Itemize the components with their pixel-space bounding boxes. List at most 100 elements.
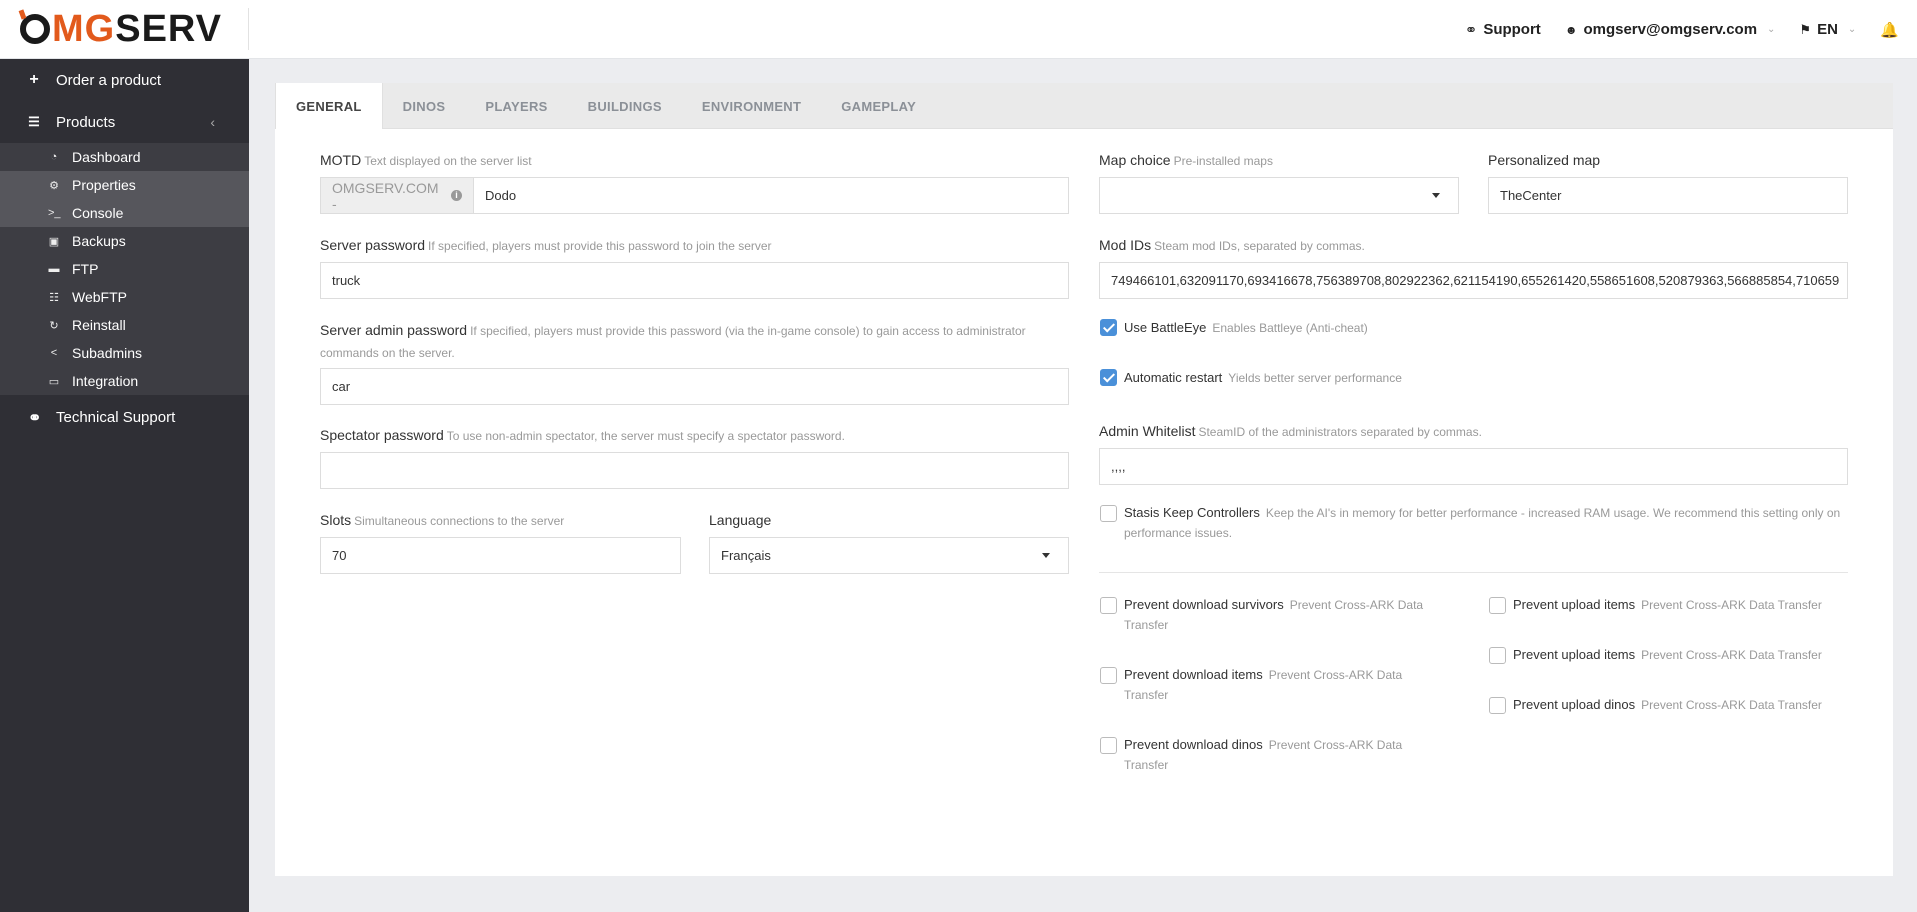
language-menu[interactable]: ⚑ EN ⌄ (1799, 21, 1856, 38)
tab-dinos[interactable]: DINOS (383, 83, 466, 129)
motd-label-text: MOTD (320, 152, 362, 168)
sidebar-item-label: Dashboard (72, 149, 141, 165)
mod-ids-label-text: Mod IDs (1099, 237, 1152, 253)
spectator-password-input[interactable] (320, 452, 1069, 489)
mod-ids-label: Mod IDs Steam mod IDs, separated by comma… (1099, 237, 1365, 253)
account-email: omgserv@omgserv.com (1583, 21, 1758, 38)
notifications-button[interactable]: 🔔 (1880, 21, 1899, 39)
tab-environment[interactable]: ENVIRONMENT (682, 83, 821, 129)
sidebar-item-label: Integration (72, 373, 139, 389)
sidebar-item-label: Products (56, 113, 116, 131)
sidebar-item-order[interactable]: + Order a product (0, 59, 249, 101)
stasis-label: Stasis Keep Controllers Keep the AI's in … (1124, 503, 1844, 543)
server-password-label: Server password If specified, players mus… (320, 237, 772, 253)
sidebar-item-technical-support[interactable]: ⚭ Technical Support (0, 395, 249, 440)
sidebar-item-properties[interactable]: ⚙ Properties (0, 171, 249, 199)
admin-whitelist-input[interactable]: ,,,, (1099, 448, 1848, 485)
gear-icon: ⚙ (49, 179, 59, 192)
logo-serv-text: SERV (115, 7, 223, 50)
prevent-upload-items-2-checkbox[interactable] (1489, 647, 1506, 664)
tab-bar: GENERAL DINOS PLAYERS BUILDINGS ENVIRONM… (275, 83, 1893, 129)
sidebar-item-backups[interactable]: ▣ Backups (0, 227, 249, 255)
tab-buildings[interactable]: BUILDINGS (568, 83, 682, 129)
prevent-upload-items-checkbox[interactable] (1489, 597, 1506, 614)
sidebar: + Order a product ☰ Products ‹ ◔ Dashboa… (0, 59, 249, 912)
motd-prefix: OMGSERV.COM - i (320, 177, 473, 214)
prevent-upload-dinos-label-text: Prevent upload dinos (1513, 697, 1636, 712)
refresh-icon: ↻ (49, 319, 59, 332)
prevent-upload-dinos-checkbox[interactable] (1489, 697, 1506, 714)
sidebar-item-products[interactable]: ☰ Products ‹ (0, 101, 249, 143)
sidebar-item-reinstall[interactable]: ↻ Reinstall (0, 311, 249, 339)
admin-whitelist-hint: SteamID of the administrators separated … (1198, 425, 1482, 439)
motd-input[interactable]: Dodo (473, 177, 1069, 214)
sidebar-item-integration[interactable]: ▭ Integration (0, 367, 249, 395)
language-label: EN (1817, 21, 1838, 38)
sidebar-item-label: WebFTP (72, 289, 127, 305)
prevent-download-survivors-label: Prevent download survivors Prevent Cross-… (1124, 595, 1454, 635)
sidebar-item-label: Subadmins (72, 345, 143, 361)
sitemap-icon: ☷ (49, 291, 59, 304)
battleye-label: Use BattleEye Enables Battleye (Anti-chea… (1124, 318, 1368, 338)
personalized-map-input[interactable]: TheCenter (1488, 177, 1848, 214)
motd-prefix-text: OMGSERV.COM - (332, 179, 439, 212)
tab-gameplay[interactable]: GAMEPLAY (821, 83, 936, 129)
mod-ids-input[interactable]: 749466101,632091170,693416678,756389708,… (1099, 262, 1848, 299)
sidebar-item-label: Technical Support (56, 409, 176, 426)
flag-icon: ⚑ (1799, 21, 1812, 37)
dashboard-icon: ◔ (50, 151, 58, 163)
prevent-upload-items-2-label: Prevent upload items Prevent Cross-ARK Da… (1513, 645, 1873, 665)
prevent-upload-items-2-hint: Prevent Cross-ARK Data Transfer (1641, 648, 1822, 662)
auto-restart-hint: Yields better server performance (1228, 371, 1402, 385)
bell-icon: 🔔 (1880, 21, 1899, 39)
prevent-download-items-label: Prevent download items Prevent Cross-ARK … (1124, 665, 1434, 705)
support-link[interactable]: ⚭ Support (1465, 21, 1541, 39)
prevent-upload-items-hint: Prevent Cross-ARK Data Transfer (1641, 598, 1822, 612)
battleye-label-text: Use BattleEye (1124, 320, 1207, 335)
prevent-upload-items-2-label-text: Prevent upload items (1513, 647, 1636, 662)
chevron-down-icon: ⌄ (1847, 24, 1857, 35)
prevent-download-survivors-label-text: Prevent download survivors (1124, 597, 1284, 612)
prevent-upload-dinos-hint: Prevent Cross-ARK Data Transfer (1641, 698, 1822, 712)
omgserv-logo[interactable]: MG SERV (20, 7, 223, 50)
tab-players[interactable]: PLAYERS (465, 83, 567, 129)
prevent-upload-items-label: Prevent upload items Prevent Cross-ARK Da… (1513, 595, 1873, 615)
folder-icon: ▬ (48, 263, 60, 275)
map-choice-hint: Pre-installed maps (1173, 154, 1273, 168)
auto-restart-checkbox[interactable] (1100, 369, 1117, 386)
sidebar-item-console[interactable]: >_ Console (0, 199, 249, 227)
prevent-download-items-label-text: Prevent download items (1124, 667, 1263, 682)
sidebar-item-ftp[interactable]: ▬ FTP (0, 255, 249, 283)
lifebuoy-icon: ⚭ (28, 409, 42, 427)
auto-restart-label: Automatic restart Yields better server pe… (1124, 368, 1402, 388)
admin-password-label: Server admin password If specified, playe… (320, 320, 1069, 364)
admin-whitelist-label: Admin Whitelist SteamID of the administra… (1099, 423, 1482, 439)
tab-general[interactable]: GENERAL (275, 83, 383, 129)
logo-o-mark (20, 14, 50, 44)
slots-input[interactable]: 70 (320, 537, 681, 574)
map-choice-label-text: Map choice (1099, 152, 1171, 168)
sidebar-item-label: Backups (72, 233, 126, 249)
sidebar-item-webftp[interactable]: ☷ WebFTP (0, 283, 249, 311)
admin-whitelist-label-text: Admin Whitelist (1099, 423, 1196, 439)
language-select[interactable]: Français (709, 537, 1069, 574)
admin-password-input[interactable]: car (320, 368, 1069, 405)
server-password-input[interactable]: truck (320, 262, 1069, 299)
prevent-download-survivors-checkbox[interactable] (1100, 597, 1117, 614)
spectator-password-label: Spectator password To use non-admin spect… (320, 427, 845, 443)
stasis-checkbox[interactable] (1100, 505, 1117, 522)
prevent-download-dinos-checkbox[interactable] (1100, 737, 1117, 754)
mod-ids-hint: Steam mod IDs, separated by commas. (1154, 239, 1365, 253)
battleye-checkbox[interactable] (1100, 319, 1117, 336)
map-choice-select[interactable] (1099, 177, 1459, 214)
chevron-left-icon: ‹ (210, 114, 215, 130)
slots-hint: Simultaneous connections to the server (354, 514, 565, 528)
sidebar-item-label: Order a product (56, 71, 162, 89)
account-menu[interactable]: ☻ omgserv@omgserv.com ⌄ (1565, 21, 1776, 38)
language-label-text: Language (709, 512, 772, 528)
sidebar-item-subadmins[interactable]: < Subadmins (0, 339, 249, 367)
sidebar-item-dashboard[interactable]: ◔ Dashboard (0, 143, 249, 171)
language-label: Language (709, 512, 771, 528)
prevent-download-items-checkbox[interactable] (1100, 667, 1117, 684)
battleye-hint: Enables Battleye (Anti-cheat) (1212, 321, 1368, 335)
